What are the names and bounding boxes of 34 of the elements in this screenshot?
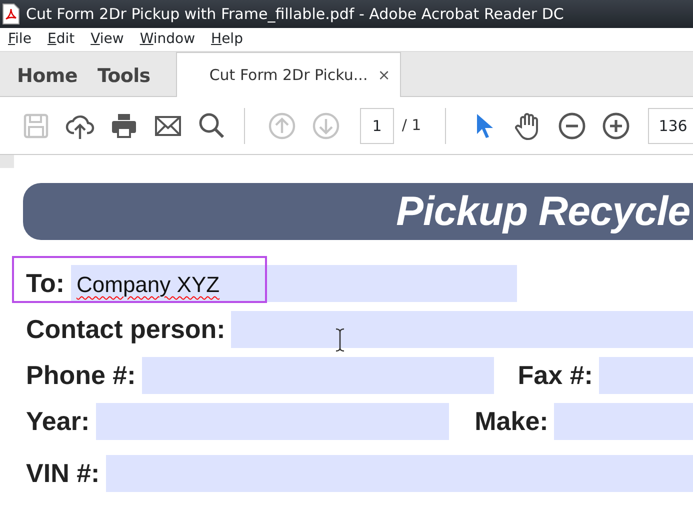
field-label: Phone #: xyxy=(26,358,136,392)
field-label: To: xyxy=(26,266,64,300)
field-label: Year: xyxy=(26,404,90,438)
page-corner-marker xyxy=(0,155,14,168)
page-number-field[interactable]: 1 xyxy=(360,108,394,144)
form-field[interactable] xyxy=(554,402,693,440)
form-field[interactable] xyxy=(598,356,693,394)
document-tab[interactable]: Cut Form 2Dr Picku... × xyxy=(176,52,402,97)
zoom-field[interactable]: 136 xyxy=(648,108,693,144)
field-label: VIN #: xyxy=(26,456,100,490)
zoom-in-icon[interactable] xyxy=(600,110,631,140)
text-cursor-icon xyxy=(334,328,346,352)
pdf-file-icon xyxy=(2,3,20,25)
form-field[interactable] xyxy=(96,402,449,440)
close-tab-button[interactable]: × xyxy=(378,64,390,86)
nav-tab[interactable]: Home xyxy=(0,52,78,96)
menu-item[interactable]: File xyxy=(0,29,40,50)
field-label: Fax #: xyxy=(518,358,593,392)
field-label: Make: xyxy=(474,404,548,438)
window-title: Cut Form 2Dr Pickup with Frame_fillable.pdf - Adobe Acrobat Reader DC xyxy=(26,4,564,25)
page-count: / 1 xyxy=(402,115,422,136)
nav-tab[interactable]: Tools xyxy=(77,52,150,96)
form-field[interactable] xyxy=(231,310,693,348)
form-field[interactable] xyxy=(106,454,693,492)
search-icon[interactable] xyxy=(196,110,227,140)
zoom-out-icon[interactable] xyxy=(556,110,587,140)
form-field[interactable] xyxy=(142,356,494,394)
form-field[interactable]: Company XYZ xyxy=(70,264,516,302)
field-label: Contact person: xyxy=(26,312,226,346)
menu-item[interactable]: Window xyxy=(132,29,204,50)
menu-item[interactable]: Help xyxy=(203,29,251,50)
menu-item[interactable]: View xyxy=(82,29,132,50)
menu-item[interactable]: Edit xyxy=(39,29,83,50)
form-title: Pickup Recycle xyxy=(396,186,690,236)
